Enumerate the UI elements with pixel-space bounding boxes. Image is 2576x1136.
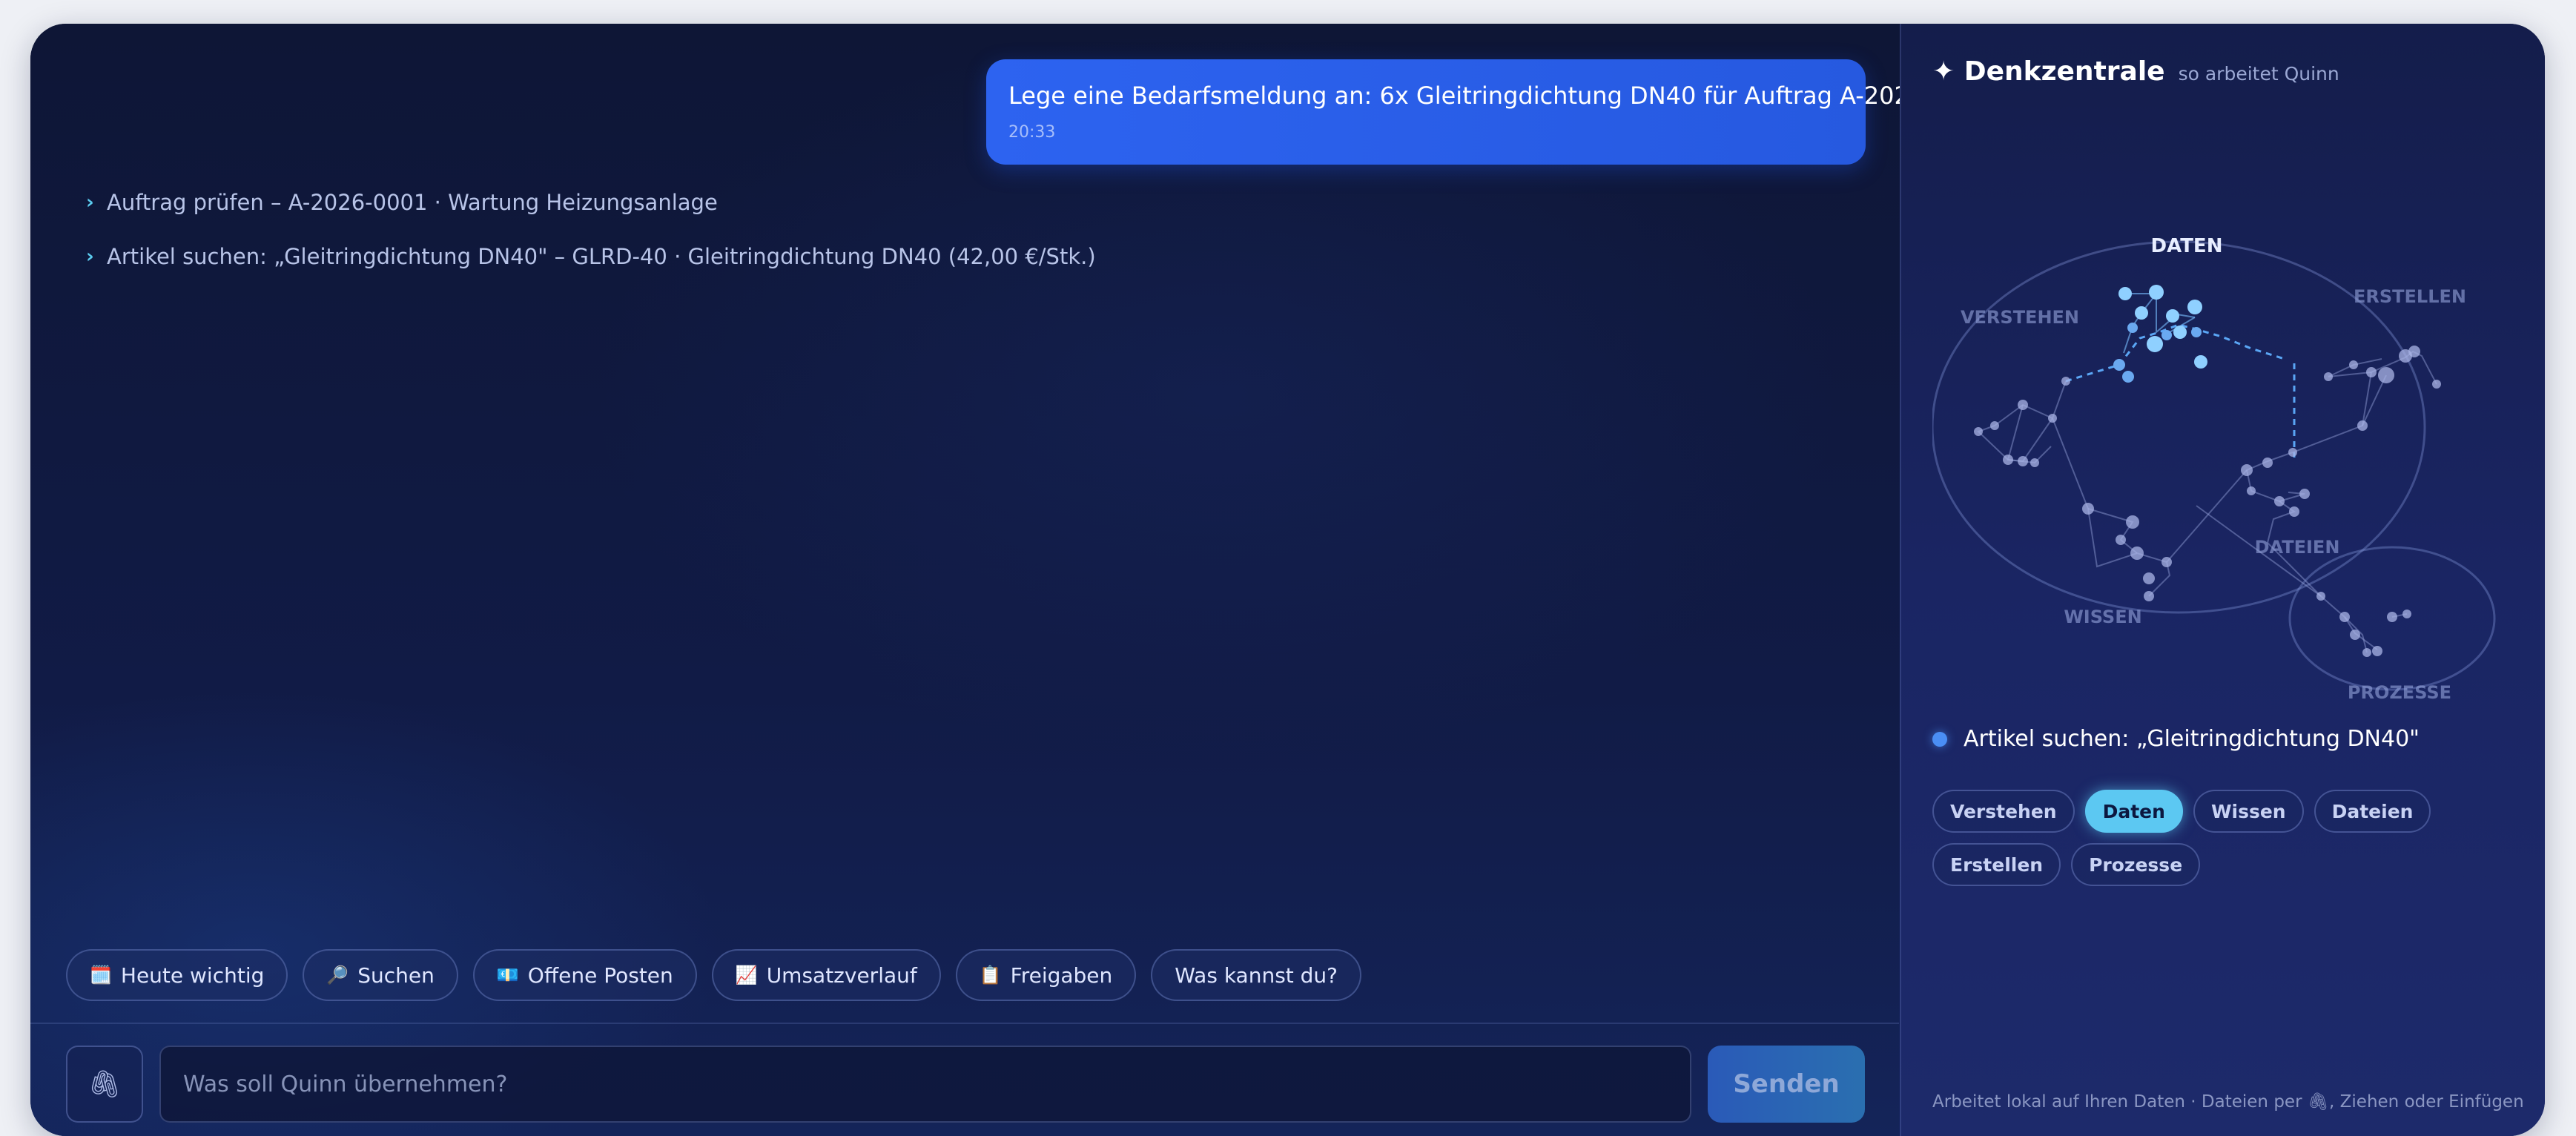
step-label: Auftrag prüfen – A-2026-0001 · Wartung H… (107, 190, 718, 215)
graph-label-dateien: DATEIEN (2255, 537, 2340, 558)
composer-divider (30, 1023, 1899, 1024)
quick-action-freigaben[interactable]: 📋 Freigaben (955, 949, 1137, 1001)
app-window: Lege eine Bedarfsmeldung an: 6x Gleitrin… (30, 24, 2545, 1136)
panel-header: ✦ Denkzentrale so arbeitet Quinn (1932, 56, 2339, 87)
graph-label-wissen: WISSEN (2064, 607, 2141, 627)
graph-label-prozesse: PROZESSE (2348, 682, 2451, 703)
step-item[interactable]: › Auftrag prüfen – A-2026-0001 · Wartung… (86, 185, 1096, 219)
graph-label-daten: DATEN (2151, 235, 2223, 257)
capability-tags: Verstehen Daten Wissen Dateien Erstellen… (1932, 790, 2526, 886)
panel-title: ✦ Denkzentrale (1932, 56, 2165, 87)
message-timestamp: 20:33 (1008, 123, 1056, 142)
chart-icon: 📈 (735, 965, 758, 985)
tag-verstehen[interactable]: Verstehen (1932, 790, 2075, 833)
chip-label: Umsatzverlauf (766, 962, 917, 988)
main-region-outline (1932, 240, 2426, 614)
user-message-bubble: Lege eine Bedarfsmeldung an: 6x Gleitrin… (986, 59, 1994, 165)
chevron-right-icon: › (86, 245, 94, 268)
daten-nodes (2113, 285, 2207, 383)
user-message-text: Lege eine Bedarfsmeldung an: 6x Gleitrin… (1008, 82, 1994, 110)
calendar-icon: 🗓️ (90, 965, 112, 985)
quick-action-was-kannst-du[interactable]: Was kannst du? (1151, 949, 1362, 1001)
message-input[interactable] (159, 1046, 1691, 1123)
chip-label: Was kannst du? (1175, 962, 1338, 988)
status-dot-icon (1932, 731, 1947, 747)
chevron-right-icon: › (86, 191, 94, 214)
chip-label: Offene Posten (527, 962, 673, 988)
thinking-center-panel: ✦ Denkzentrale so arbeitet Quinn DATEN V… (1900, 24, 2545, 1136)
graph-label-erstellen: ERSTELLEN (2354, 286, 2466, 307)
tag-erstellen[interactable]: Erstellen (1932, 843, 2061, 886)
search-icon: 🔎 (326, 965, 349, 985)
panel-subtitle: so arbeitet Quinn (2178, 63, 2339, 85)
active-path (2065, 323, 2296, 458)
current-activity-text: Artikel suchen: „Gleitringdichtung DN40" (1964, 726, 2420, 752)
step-label: Artikel suchen: „Gleitringdichtung DN40"… (107, 244, 1096, 269)
quick-actions: 🗓️ Heute wichtig 🔎 Suchen 💶 Offene Poste… (66, 949, 1362, 1001)
knowledge-graph: DATEN VERSTEHEN ERSTELLEN DATEIEN WISSEN… (1932, 235, 2496, 703)
money-icon: 💶 (496, 965, 519, 985)
activity-steps: › Auftrag prüfen – A-2026-0001 · Wartung… (86, 185, 1096, 294)
panel-footer-note: Arbeitet lokal auf Ihren Daten · Dateien… (1932, 1092, 2524, 1112)
attach-button[interactable]: 🖇 (66, 1046, 143, 1123)
chip-label: Suchen (357, 962, 435, 988)
quick-action-umsatzverlauf[interactable]: 📈 Umsatzverlauf (711, 949, 941, 1001)
quick-action-heute-wichtig[interactable]: 🗓️ Heute wichtig (66, 949, 288, 1001)
quick-action-suchen[interactable]: 🔎 Suchen (303, 949, 458, 1001)
paperclip-icon: 🖇 (87, 1069, 122, 1100)
tag-prozesse[interactable]: Prozesse (2071, 843, 2201, 886)
clipboard-icon: 📋 (979, 965, 1002, 985)
tag-wissen[interactable]: Wissen (2193, 790, 2304, 833)
tag-daten[interactable]: Daten (2084, 790, 2183, 833)
chat-panel: Lege eine Bedarfsmeldung an: 6x Gleitrin… (30, 24, 1994, 1136)
graph-edges (1977, 350, 2437, 653)
tag-dateien[interactable]: Dateien (2314, 790, 2431, 833)
graph-label-verstehen: VERSTEHEN (1961, 307, 2079, 328)
send-button[interactable]: Senden (1708, 1046, 1865, 1123)
chip-label: Heute wichtig (120, 962, 265, 988)
current-activity: Artikel suchen: „Gleitringdichtung DN40" (1932, 726, 2420, 752)
quick-action-offene-posten[interactable]: 💶 Offene Posten (472, 949, 697, 1001)
chip-label: Freigaben (1010, 962, 1113, 988)
step-item[interactable]: › Artikel suchen: „Gleitringdichtung DN4… (86, 240, 1096, 274)
